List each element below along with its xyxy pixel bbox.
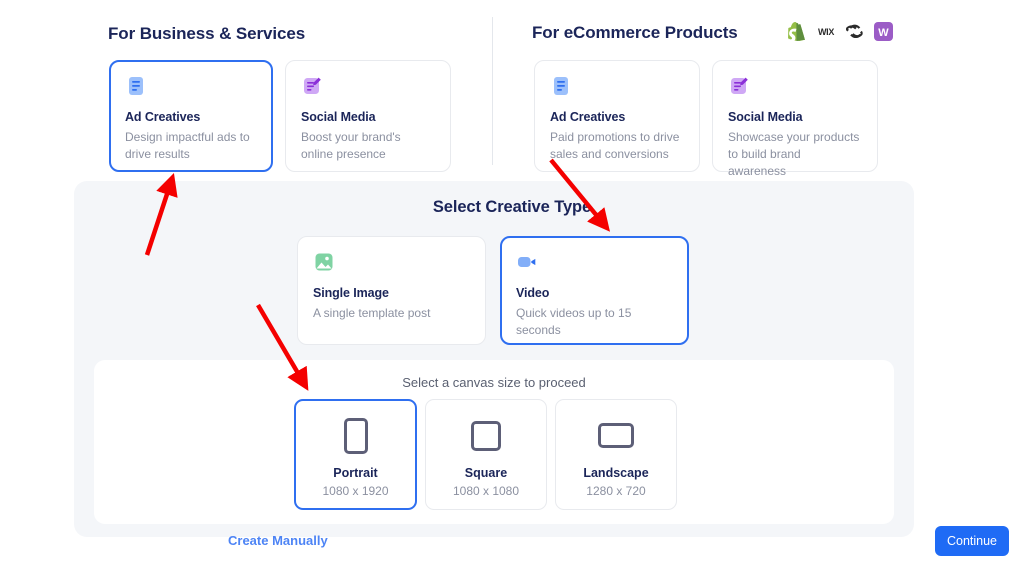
card-title: Single Image (313, 286, 389, 300)
ecommerce-section-title: For eCommerce Products (532, 23, 738, 42)
create-manually-link[interactable]: Create Manually (228, 533, 328, 548)
card-description: A single template post (313, 306, 431, 320)
card-description: Paid promotions to drive sales and conve… (550, 130, 680, 161)
card-business-ad-creatives[interactable]: Ad Creatives Design impactful ads to dri… (109, 60, 273, 172)
card-ecommerce-ad-creatives[interactable]: Ad Creatives Paid promotions to drive sa… (534, 60, 700, 172)
card-creative-single-image[interactable]: Single Image A single template post (297, 236, 486, 345)
woocommerce-icon: W (874, 22, 893, 41)
size-option-square[interactable]: Square 1080 x 1080 (425, 399, 547, 510)
document-lines-icon (550, 75, 572, 97)
size-name: Square (464, 465, 508, 480)
shopify-icon (787, 22, 806, 41)
landscape-icon (598, 412, 634, 460)
size-option-landscape[interactable]: Landscape 1280 x 720 (555, 399, 677, 510)
card-description: Quick videos up to 15 seconds (516, 306, 632, 337)
card-title: Video (516, 286, 550, 300)
size-dimensions: 1080 x 1080 (452, 483, 520, 498)
size-option-portrait[interactable]: Portrait 1080 x 1920 (294, 399, 417, 510)
wix-icon: WIX (817, 26, 835, 37)
size-dimensions: 1280 x 720 (586, 483, 646, 498)
continue-button[interactable]: Continue (935, 526, 1009, 556)
card-title: Ad Creatives (125, 110, 201, 124)
category-region: For Business & Services For eCommerce Pr… (0, 0, 1024, 181)
card-business-social-media[interactable]: Social Media Boost your brand's online p… (285, 60, 451, 172)
card-title: Social Media (301, 110, 376, 124)
portrait-icon (343, 412, 368, 460)
card-title: Ad Creatives (550, 110, 626, 124)
card-title: Social Media (728, 110, 803, 124)
note-pencil-icon (301, 75, 323, 97)
squarespace-icon (846, 22, 865, 41)
card-description: Design impactful ads to drive results (125, 130, 250, 161)
card-creative-video[interactable]: Video Quick videos up to 15 seconds (500, 236, 689, 345)
business-section-title: For Business & Services (108, 24, 306, 43)
video-camera-icon (516, 251, 538, 273)
image-icon (313, 251, 335, 273)
canvas-size-heading: Select a canvas size to proceed (402, 375, 586, 390)
size-dimensions: 1080 x 1920 (322, 483, 389, 498)
svg-text:W: W (878, 27, 889, 39)
card-description: Showcase your products to build brand aw… (728, 130, 860, 178)
size-name: Landscape (583, 465, 649, 480)
platform-icon-row: WIX W (787, 22, 893, 41)
note-pencil-icon (728, 75, 750, 97)
document-lines-icon (125, 75, 147, 97)
square-icon (471, 412, 501, 460)
card-description: Boost your brand's online presence (301, 130, 401, 161)
card-ecommerce-social-media[interactable]: Social Media Showcase your products to b… (712, 60, 878, 178)
size-name: Portrait (333, 465, 378, 480)
app-root: For Business & Services For eCommerce Pr… (0, 0, 1024, 568)
section-divider (492, 17, 493, 165)
creative-type-heading: Select Creative Type (432, 198, 592, 216)
